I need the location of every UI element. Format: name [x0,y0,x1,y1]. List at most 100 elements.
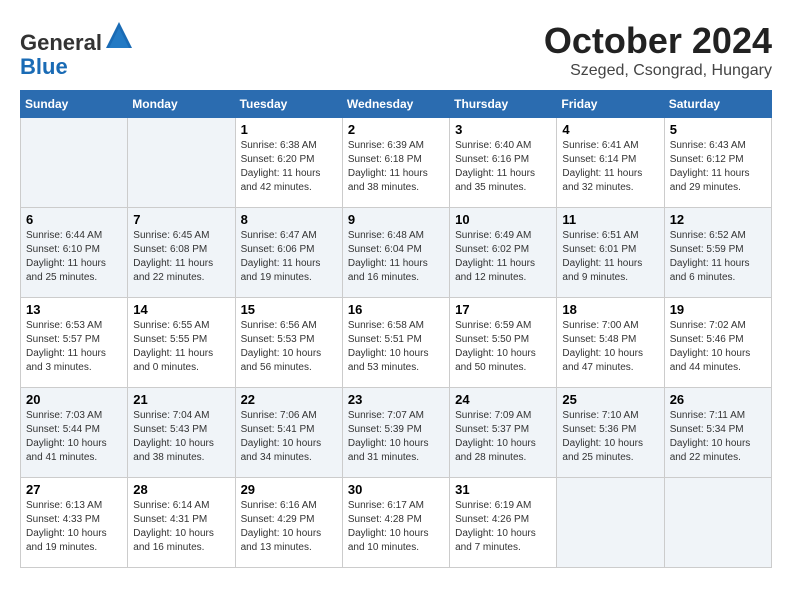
col-monday: Monday [128,91,235,118]
table-row: 7 Sunrise: 6:45 AM Sunset: 6:08 PM Daylig… [128,208,235,298]
day-info: Sunrise: 7:04 AM Sunset: 5:43 PM Dayligh… [133,409,229,465]
location-title: Szeged, Csongrad, Hungary [544,62,772,80]
calendar-table: Sunday Monday Tuesday Wednesday Thursday… [20,90,772,568]
table-row: 25 Sunrise: 7:10 AM Sunset: 5:36 PM Dayli… [557,388,664,478]
table-row: 16 Sunrise: 6:58 AM Sunset: 5:51 PM Dayli… [342,298,449,388]
table-row [664,478,771,568]
col-friday: Friday [557,91,664,118]
title-block: October 2024 Szeged, Csongrad, Hungary [544,20,772,80]
day-number: 18 [562,302,658,317]
calendar-week-row: 6 Sunrise: 6:44 AM Sunset: 6:10 PM Daylig… [21,208,772,298]
table-row: 18 Sunrise: 7:00 AM Sunset: 5:48 PM Dayli… [557,298,664,388]
day-number: 14 [133,302,229,317]
table-row: 8Sunrise: 6:47 AM Sunset: 6:06 PM Daylig… [235,208,342,298]
col-tuesday: Tuesday [235,91,342,118]
day-info: Sunrise: 7:10 AM Sunset: 5:36 PM Dayligh… [562,409,658,465]
table-row: 14 Sunrise: 6:55 AM Sunset: 5:55 PM Dayli… [128,298,235,388]
logo: General Blue [20,20,134,79]
day-number: 21 [133,392,229,407]
table-row: 4Sunrise: 6:41 AM Sunset: 6:14 PM Daylig… [557,118,664,208]
table-row: 22Sunrise: 7:06 AM Sunset: 5:41 PM Dayli… [235,388,342,478]
day-number: 19 [670,302,766,317]
day-info: Sunrise: 6:40 AM Sunset: 6:16 PM Dayligh… [455,139,551,195]
day-number: 24 [455,392,551,407]
day-info: Sunrise: 6:13 AM Sunset: 4:33 PM Dayligh… [26,499,122,555]
table-row: 19 Sunrise: 7:02 AM Sunset: 5:46 PM Dayli… [664,298,771,388]
day-number: 23 [348,392,444,407]
day-info: Sunrise: 7:03 AM Sunset: 5:44 PM Dayligh… [26,409,122,465]
day-info: Sunrise: 7:11 AM Sunset: 5:34 PM Dayligh… [670,409,766,465]
calendar-week-row: 1 Sunrise: 6:38 AM Sunset: 6:20 PM Daylig… [21,118,772,208]
table-row: 31Sunrise: 6:19 AM Sunset: 4:26 PM Dayli… [450,478,557,568]
day-number: 27 [26,482,122,497]
day-info: Sunrise: 6:44 AM Sunset: 6:10 PM Dayligh… [26,229,122,285]
day-info: Sunrise: 6:39 AM Sunset: 6:18 PM Dayligh… [348,139,444,195]
month-title: October 2024 [544,20,772,62]
day-number: 7 [133,212,229,227]
day-info: Sunrise: 6:14 AM Sunset: 4:31 PM Dayligh… [133,499,229,555]
day-number: 9 [348,212,444,227]
day-number: 15 [241,302,337,317]
calendar-header-row: Sunday Monday Tuesday Wednesday Thursday… [21,91,772,118]
day-info: Sunrise: 6:38 AM Sunset: 6:20 PM Dayligh… [241,139,337,195]
day-number: 10 [455,212,551,227]
day-info: Sunrise: 6:17 AM Sunset: 4:28 PM Dayligh… [348,499,444,555]
table-row: 21 Sunrise: 7:04 AM Sunset: 5:43 PM Dayli… [128,388,235,478]
day-number: 25 [562,392,658,407]
day-info: Sunrise: 6:58 AM Sunset: 5:51 PM Dayligh… [348,319,444,375]
table-row: 17 Sunrise: 6:59 AM Sunset: 5:50 PM Dayli… [450,298,557,388]
day-info: Sunrise: 6:55 AM Sunset: 5:55 PM Dayligh… [133,319,229,375]
logo-blue: Blue [20,54,68,79]
calendar-week-row: 20 Sunrise: 7:03 AM Sunset: 5:44 PM Dayli… [21,388,772,478]
day-info: Sunrise: 7:09 AM Sunset: 5:37 PM Dayligh… [455,409,551,465]
day-number: 17 [455,302,551,317]
day-info: Sunrise: 6:16 AM Sunset: 4:29 PM Dayligh… [241,499,337,555]
table-row: 2 Sunrise: 6:39 AM Sunset: 6:18 PM Daylig… [342,118,449,208]
table-row: 11 Sunrise: 6:51 AM Sunset: 6:01 PM Dayli… [557,208,664,298]
day-number: 22 [241,392,337,407]
day-number: 30 [348,482,444,497]
day-number: 2 [348,122,444,137]
day-number: 5 [670,122,766,137]
day-info: Sunrise: 6:53 AM Sunset: 5:57 PM Dayligh… [26,319,122,375]
day-number: 1 [241,122,337,137]
day-number: 6 [26,212,122,227]
table-row: 3 Sunrise: 6:40 AM Sunset: 6:16 PM Daylig… [450,118,557,208]
table-row: 30 Sunrise: 6:17 AM Sunset: 4:28 PM Dayli… [342,478,449,568]
table-row: 24 Sunrise: 7:09 AM Sunset: 5:37 PM Dayli… [450,388,557,478]
table-row: 28 Sunrise: 6:14 AM Sunset: 4:31 PM Dayli… [128,478,235,568]
logo-icon [104,20,134,50]
table-row: 20 Sunrise: 7:03 AM Sunset: 5:44 PM Dayli… [21,388,128,478]
day-info: Sunrise: 6:51 AM Sunset: 6:01 PM Dayligh… [562,229,658,285]
table-row: 26 Sunrise: 7:11 AM Sunset: 5:34 PM Dayli… [664,388,771,478]
col-saturday: Saturday [664,91,771,118]
day-number: 12 [670,212,766,227]
table-row: 27 Sunrise: 6:13 AM Sunset: 4:33 PM Dayli… [21,478,128,568]
day-number: 3 [455,122,551,137]
day-info: Sunrise: 7:00 AM Sunset: 5:48 PM Dayligh… [562,319,658,375]
col-thursday: Thursday [450,91,557,118]
day-info: Sunrise: 6:47 AM Sunset: 6:06 PM Dayligh… [241,229,337,285]
table-row: 29 Sunrise: 6:16 AM Sunset: 4:29 PM Dayli… [235,478,342,568]
day-number: 29 [241,482,337,497]
day-number: 20 [26,392,122,407]
day-number: 11 [562,212,658,227]
table-row: 1 Sunrise: 6:38 AM Sunset: 6:20 PM Daylig… [235,118,342,208]
calendar-week-row: 13 Sunrise: 6:53 AM Sunset: 5:57 PM Dayli… [21,298,772,388]
table-row: 13 Sunrise: 6:53 AM Sunset: 5:57 PM Dayli… [21,298,128,388]
day-number: 16 [348,302,444,317]
day-info: Sunrise: 7:02 AM Sunset: 5:46 PM Dayligh… [670,319,766,375]
day-info: Sunrise: 6:56 AM Sunset: 5:53 PM Dayligh… [241,319,337,375]
table-row: 9Sunrise: 6:48 AM Sunset: 6:04 PM Daylig… [342,208,449,298]
day-info: Sunrise: 6:49 AM Sunset: 6:02 PM Dayligh… [455,229,551,285]
day-info: Sunrise: 6:45 AM Sunset: 6:08 PM Dayligh… [133,229,229,285]
day-info: Sunrise: 6:43 AM Sunset: 6:12 PM Dayligh… [670,139,766,195]
col-sunday: Sunday [21,91,128,118]
table-row: 23Sunrise: 7:07 AM Sunset: 5:39 PM Dayli… [342,388,449,478]
day-info: Sunrise: 6:19 AM Sunset: 4:26 PM Dayligh… [455,499,551,555]
day-info: Sunrise: 6:59 AM Sunset: 5:50 PM Dayligh… [455,319,551,375]
day-number: 28 [133,482,229,497]
day-number: 26 [670,392,766,407]
day-number: 13 [26,302,122,317]
day-info: Sunrise: 6:41 AM Sunset: 6:14 PM Dayligh… [562,139,658,195]
